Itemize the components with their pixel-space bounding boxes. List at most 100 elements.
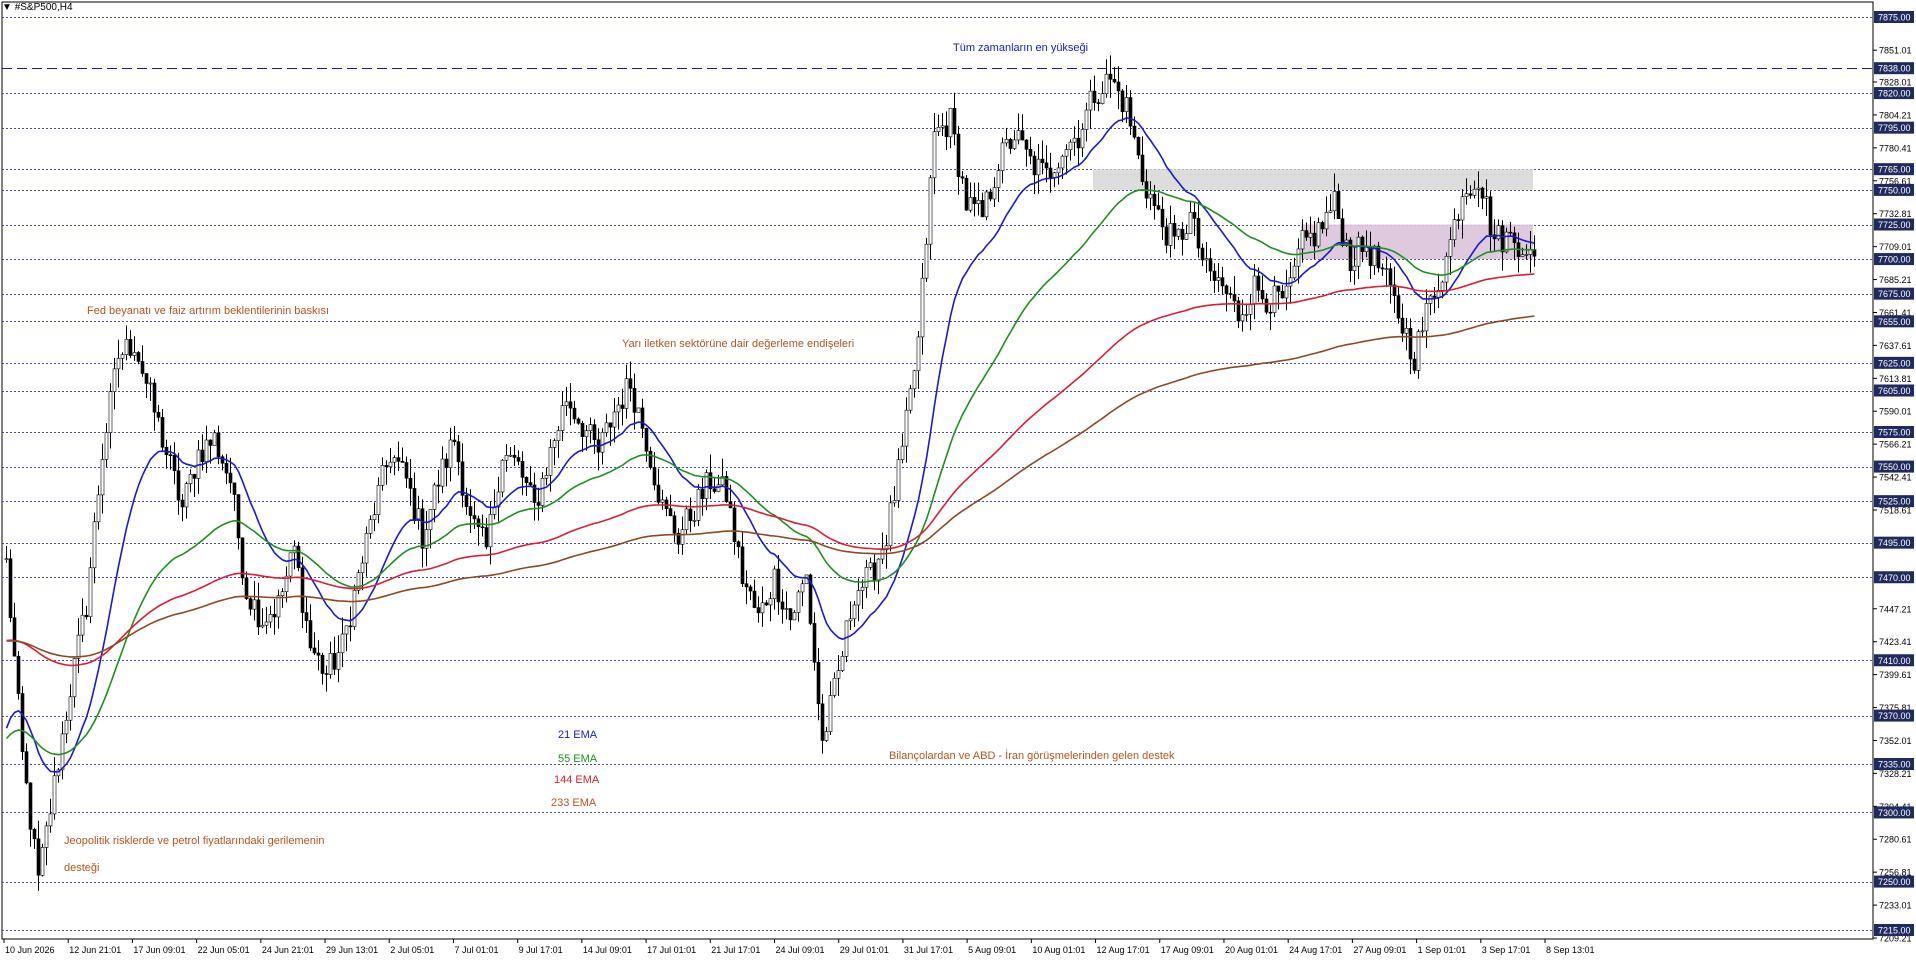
candle-body xyxy=(668,508,673,517)
candle-body xyxy=(96,494,101,523)
candle-body xyxy=(240,537,245,579)
price-tick-label: 7709.01 xyxy=(1879,242,1912,252)
candle-body xyxy=(1396,295,1401,319)
candle-body xyxy=(300,567,305,613)
time-tick-label: 24 Aug 17:01 xyxy=(1289,945,1342,955)
legend-ema55: 55 EMA xyxy=(558,753,598,765)
candle-body xyxy=(124,338,129,355)
time-tick-label: 24 Jun 21:01 xyxy=(262,945,314,955)
candle-body xyxy=(364,533,369,564)
candle-body xyxy=(536,502,541,506)
candle-body xyxy=(1316,222,1321,247)
candle-body xyxy=(1292,265,1297,279)
annotation-fed: Fed beyanatı ve faiz artırım beklentiler… xyxy=(87,305,329,317)
level-badge-label: 7215.00 xyxy=(1878,926,1911,936)
price-tick-label: 7423.41 xyxy=(1879,637,1912,647)
candle-body xyxy=(16,655,21,694)
candle-body xyxy=(868,562,873,568)
candle-body xyxy=(120,354,125,359)
candle-body xyxy=(1328,210,1333,213)
candle-body xyxy=(1072,137,1077,143)
candle-body xyxy=(64,719,69,735)
candle-body xyxy=(932,131,937,179)
candle-body xyxy=(1448,239,1453,257)
candle-body xyxy=(20,693,25,752)
legend-ema144: 144 EMA xyxy=(554,774,600,786)
level-badge-label: 7875.00 xyxy=(1878,13,1911,23)
candle-body xyxy=(1052,172,1057,178)
candle-body xyxy=(1284,285,1289,299)
candle-body xyxy=(224,462,229,474)
candle-body xyxy=(1220,277,1225,287)
price-tick-label: 7685.21 xyxy=(1879,275,1912,285)
candle-body xyxy=(1480,187,1485,199)
candle-body xyxy=(688,508,693,521)
candle-body xyxy=(888,502,893,547)
candle-body xyxy=(1188,212,1193,235)
level-badge-label: 7550.00 xyxy=(1878,462,1911,472)
time-tick-label: 1 Sep 01:01 xyxy=(1418,945,1467,955)
ema-lines xyxy=(5,116,1535,773)
candle-body xyxy=(1204,258,1209,261)
candle-body xyxy=(572,407,577,420)
annotation-geo-line1: Jeopolitik risklerde ve petrol fiyatları… xyxy=(64,835,324,847)
candle-body xyxy=(832,677,837,696)
candle-body xyxy=(388,461,393,468)
candle-body xyxy=(276,595,281,618)
plot-frame xyxy=(1,1,1874,940)
candle-body xyxy=(564,401,569,406)
legend-ema21: 21 EMA xyxy=(558,729,598,741)
candle-body xyxy=(1084,109,1089,130)
candle-body xyxy=(672,515,677,534)
time-tick-label: 12 Jun 21:01 xyxy=(69,945,121,955)
price-axis: 7851.017828.017804.217780.417756.617732.… xyxy=(1872,2,1914,944)
candle-body xyxy=(980,200,985,218)
candle-body xyxy=(1068,141,1073,150)
candle-body xyxy=(716,484,721,492)
chart-window: 7851.01 7828.01 7804.21 7780.41 7756.61 7732.… xyxy=(0,0,1916,963)
candle-body xyxy=(764,602,769,606)
level-badge-label: 7820.00 xyxy=(1878,89,1911,99)
time-tick-label: 12 Aug 17:01 xyxy=(1097,945,1150,955)
candle-body xyxy=(88,567,93,618)
candle-body xyxy=(1428,295,1433,304)
candle-body xyxy=(132,352,137,356)
candle-body xyxy=(1384,268,1389,270)
price-tick-label: 7613.81 xyxy=(1879,374,1912,384)
candle-body xyxy=(8,558,13,619)
candle-body xyxy=(744,583,749,588)
candle-body xyxy=(1028,149,1033,157)
candle-body xyxy=(60,733,65,771)
candle-body xyxy=(1444,256,1449,283)
level-badge-label: 7675.00 xyxy=(1878,289,1911,299)
candle-body xyxy=(1172,223,1177,237)
candle-body xyxy=(80,614,85,636)
candle-body xyxy=(508,454,513,457)
candle-body xyxy=(1224,285,1229,294)
time-tick-label: 9 Jul 17:01 xyxy=(519,945,563,955)
candle-body xyxy=(1016,130,1021,141)
candle-body xyxy=(1252,275,1257,305)
candle-body xyxy=(500,459,505,493)
candle-body xyxy=(700,489,705,499)
time-tick-label: 22 Jun 05:01 xyxy=(198,945,250,955)
candle-body xyxy=(312,647,317,654)
candle-body xyxy=(540,477,545,506)
candle-body xyxy=(188,474,193,485)
candle-body xyxy=(444,458,449,469)
candle-body xyxy=(272,614,277,618)
candle-body xyxy=(140,361,145,374)
candle-body xyxy=(468,506,473,516)
candle-body xyxy=(964,177,969,211)
level-badge-label: 7750.00 xyxy=(1878,185,1911,195)
candle-body xyxy=(752,590,757,608)
candle-body xyxy=(848,618,853,622)
candle-body xyxy=(144,373,149,384)
candle-body xyxy=(552,440,557,448)
annotation-geo-line2: desteği xyxy=(64,862,99,874)
annotation-earnings: Bilançolardan ve ABD - İran görüşmelerin… xyxy=(889,749,1175,762)
candle-body xyxy=(944,125,949,138)
candle-body xyxy=(1260,290,1265,300)
candle-body xyxy=(680,529,685,545)
candle-body xyxy=(1460,196,1465,221)
